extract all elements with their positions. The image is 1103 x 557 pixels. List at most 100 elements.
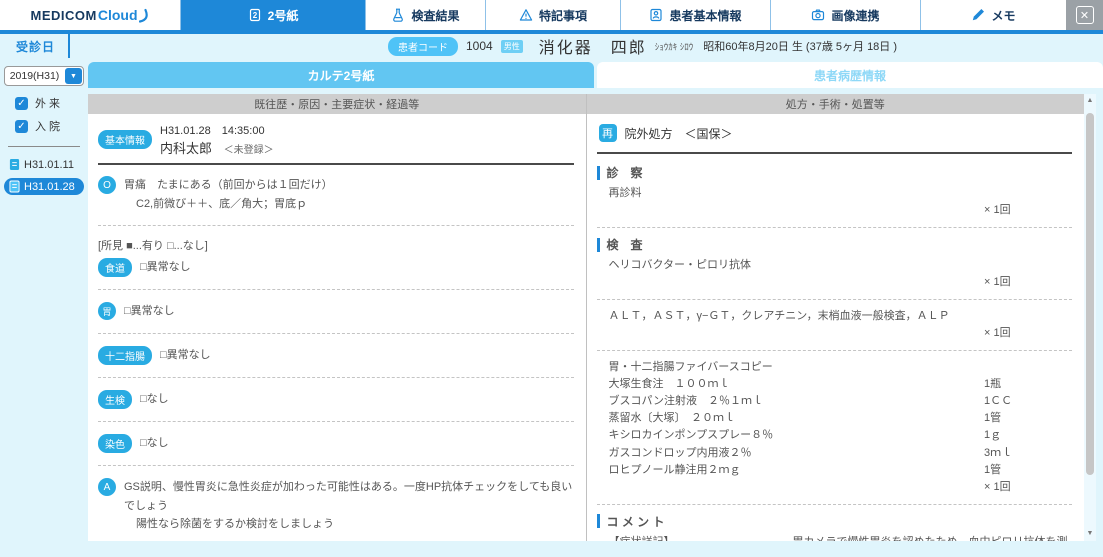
entry-line: 陽性なら除菌をするか検討をしましょう: [136, 518, 334, 531]
section-exam: 診 察: [596, 164, 1073, 181]
nav-tab-nigoshi[interactable]: 2 2号紙: [180, 0, 365, 30]
section-label: 検 査: [606, 238, 643, 253]
symptoms-panel: 既往歴・原因・主要症状・経過等 基本情報 H31.01.28 14:35:00 …: [88, 94, 586, 541]
divider: [98, 421, 574, 423]
revisit-badge: 再: [598, 124, 617, 142]
scrollbar-thumb[interactable]: [1086, 113, 1094, 475]
entry-line: GS説明、慢性胃炎に急性炎症が加わった可能性はある。一度HP抗体チェックをしても…: [124, 481, 573, 512]
section-comment: コ メ ン ト: [596, 513, 1073, 530]
med-row: 大塚生食注 １００ｍｌ 1瓶: [597, 376, 1073, 393]
divider: [98, 289, 574, 291]
visit-date-item-selected[interactable]: H31.01.28: [4, 178, 84, 195]
symptoms-panel-header: 既往歴・原因・主要症状・経過等: [88, 94, 586, 114]
nav-tab-gazorenkei[interactable]: 画像連携: [770, 0, 920, 30]
order-count: × 1回: [984, 204, 1011, 217]
tab-karte-nigoshi[interactable]: カルテ2号紙: [88, 62, 594, 88]
section-marker: [596, 165, 600, 180]
year-select[interactable]: 2019(H31) ▼: [4, 66, 84, 86]
entry-line: □なし: [140, 393, 169, 406]
order-item: ＡＬＴ，ＡＳＴ，γ−ＧＴ，クレアチニン，末梢血液一般検査，ＡＬＰ: [608, 310, 950, 323]
med-qty: 1管: [984, 412, 1002, 425]
doctor-name: 内科太郎: [160, 141, 213, 156]
logo-cloud-text: Cloud: [97, 7, 138, 23]
entry-line: □なし: [140, 437, 169, 450]
nav-tab-label: 患者基本情報: [669, 8, 742, 23]
divider: [596, 503, 1072, 505]
visit-datetime: H31.01.28 14:35:00: [160, 125, 265, 137]
doctor-status: ＜未登録＞: [223, 145, 274, 156]
med-name: キシロカインポンプスプレー８％: [608, 429, 774, 442]
soap-entry: O 胃痛 たまにある（前回からは１回だけ） C2,前微び＋＋、底／角大；胃底ｐ: [98, 175, 574, 214]
nav-tab-tokki[interactable]: 特記事項: [485, 0, 620, 30]
med-qty: 3ｍｌ: [984, 446, 1013, 459]
rule: [98, 163, 574, 165]
section-test: 検 査: [596, 236, 1073, 253]
findings-entry: 食道 □異常なし: [98, 257, 574, 278]
filter-outpatient[interactable]: ✓ 外 来: [15, 95, 88, 111]
chevron-down-icon[interactable]: ▼: [65, 68, 82, 84]
section-label: 診 察: [606, 166, 643, 180]
document-2-icon: 2: [248, 8, 262, 22]
entry-line: □異常なし: [160, 349, 211, 362]
med-row: 蒸留水〔大塚〕 ２０ｍｌ 1管: [597, 410, 1073, 427]
findings-entry: 生検 □なし: [98, 389, 574, 410]
med-name: ガスコンドロップ内用液２％: [608, 446, 752, 459]
nav-tab-memo[interactable]: メモ: [920, 0, 1066, 30]
comment-row: 【症状詳記】胃カメラで慢性胃炎を認めたため、血中ピロリ抗体を測定しました。: [597, 534, 1073, 541]
visit-date-sidebar: 受診日 2019(H31) ▼ ✓ 外 来 ✓ 入 院 H31.01.11 H3…: [0, 34, 88, 557]
med-qty: 1瓶: [984, 378, 1002, 391]
nav-tab-label: 2号紙: [267, 8, 299, 23]
prescription-panel-body: 再 院外処方 ＜国保＞ 診 察 再診料 × 1回 検 査 ヘリコバクター・ピロリ…: [587, 114, 1085, 541]
divider: [596, 299, 1072, 301]
medicom-cloud-logo: MEDICOM Cloud: [0, 0, 180, 30]
visit-date-label: H31.01.11: [24, 158, 74, 171]
findings-entry: 染色 □なし: [98, 433, 574, 454]
divider: [98, 465, 574, 467]
findings-entry: 胃 □異常なし: [98, 301, 574, 322]
vertical-scrollbar[interactable]: ▲ ▼: [1084, 94, 1096, 541]
entry-badge: 胃: [98, 302, 116, 321]
divider: [596, 227, 1072, 229]
visit-date-label: H31.01.28: [24, 180, 75, 193]
rx-header-row: 再 院外処方 ＜国保＞: [597, 120, 1073, 150]
nav-tab-kensakekka[interactable]: 検査結果: [365, 0, 485, 30]
year-select-value: 2019(H31): [9, 70, 60, 82]
close-icon: ✕: [1075, 6, 1094, 24]
patient-sex-badge: 男性: [500, 39, 523, 53]
nav-tab-label: 画像連携: [831, 8, 880, 23]
nav-tab-kihonjoho[interactable]: 患者基本情報: [620, 0, 770, 30]
divider: [98, 377, 574, 379]
warning-triangle-icon: [519, 8, 533, 22]
med-row: ロヒプノール静注用２ｍｇ 1管: [597, 462, 1073, 479]
entry-badge: 十二指腸: [98, 346, 152, 366]
rule: [596, 152, 1072, 154]
nav-tab-label: 検査結果: [411, 8, 460, 23]
karte-document-icon: [9, 159, 20, 170]
findings-entry: 十二指腸 □異常なし: [98, 345, 574, 366]
camera-icon: [811, 8, 825, 22]
procedure-title: 胃・十二指腸ファイバースコピー: [608, 361, 773, 374]
order-count: × 1回: [984, 327, 1011, 340]
sidebar-title: 受診日: [0, 34, 70, 58]
karte-panels: 既往歴・原因・主要症状・経過等 基本情報 H31.01.28 14:35:00 …: [88, 94, 1096, 541]
med-name: ブスコパン注射液 ２％１ｍｌ: [608, 395, 764, 408]
checkbox-checked-icon[interactable]: ✓: [15, 96, 28, 110]
scroll-up-icon[interactable]: ▲: [1087, 97, 1094, 105]
med-qty: 1ＣＣ: [984, 395, 1013, 408]
prescription-panel: 処方・手術・処置等 再 院外処方 ＜国保＞ 診 察 再診料 × 1回 検 査 ヘ…: [585, 94, 1085, 541]
visit-date-item[interactable]: H31.01.11: [4, 156, 84, 173]
divider: [98, 225, 574, 227]
comment-text: 胃カメラで慢性胃炎を認めたため、血中ピロリ抗体を測定しました。: [609, 536, 1068, 541]
checkbox-checked-icon[interactable]: ✓: [15, 119, 28, 133]
filter-inpatient[interactable]: ✓ 入 院: [15, 118, 88, 134]
med-row: ガスコンドロップ内用液２％ 3ｍｌ: [597, 445, 1073, 462]
entry-line: 胃痛 たまにある（前回からは１回だけ）: [124, 179, 333, 191]
sidebar-divider: [8, 146, 80, 147]
med-name: 蒸留水〔大塚〕 ２０ｍｌ: [608, 412, 736, 425]
top-nav: MEDICOM Cloud 2 2号紙 検査結果 特記事項 患者基本情報 画像連…: [0, 0, 1103, 30]
karte-tab-bar: カルテ2号紙 患者病歴情報: [88, 62, 1103, 88]
close-button[interactable]: ✕: [1066, 0, 1103, 30]
scroll-down-icon[interactable]: ▼: [1087, 530, 1094, 538]
svg-text:2: 2: [252, 11, 257, 20]
tab-patient-history[interactable]: 患者病歴情報: [597, 62, 1103, 88]
